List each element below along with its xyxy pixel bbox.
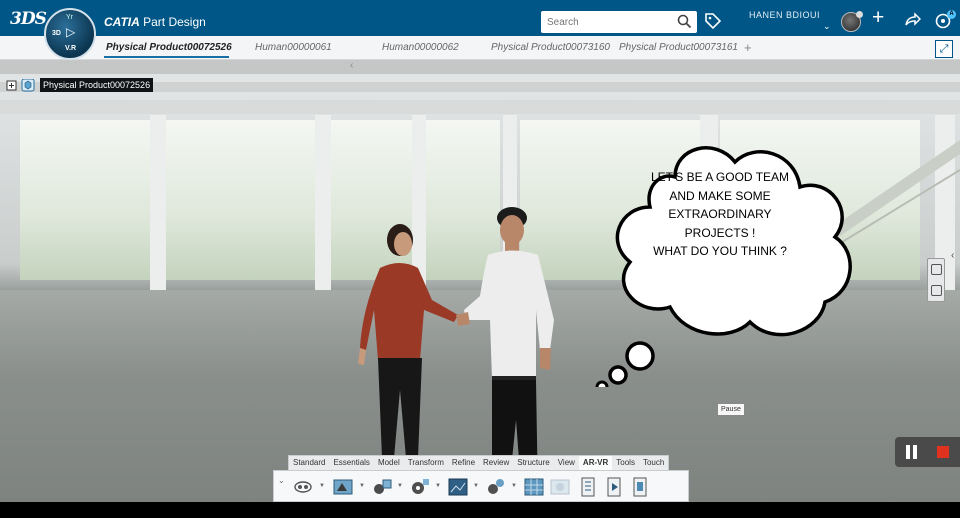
pillar [150, 115, 166, 305]
pause-icon [913, 445, 917, 459]
compass-widget[interactable]: Yr 3D ▷ V.R [44, 8, 96, 60]
3d-viewport[interactable]: ‹ Physical Product00072526 LET'S BE A GO… [0, 60, 960, 502]
tree-expand-icon[interactable] [6, 79, 36, 93]
tab-structure[interactable]: Structure [513, 456, 553, 471]
tab-view[interactable]: View [554, 456, 579, 471]
chevron-down-icon[interactable]: ⌄ [278, 476, 285, 485]
tab-physical-product-00073160[interactable]: Physical Product00073160 [491, 42, 610, 53]
bottom-strip [0, 502, 960, 518]
disabled-icon [550, 479, 570, 495]
ceiling-beam [0, 60, 960, 74]
pillar [315, 115, 331, 305]
robot-arm-icon[interactable] [371, 477, 393, 497]
search-input[interactable] [541, 11, 671, 33]
action-bar: Standard Essentials Model Transform Refi… [273, 455, 689, 502]
window [165, 120, 315, 280]
tag-icon[interactable] [704, 12, 722, 30]
chevron-down-icon[interactable]: ⌄ [823, 21, 831, 32]
action-bar-tabs: Standard Essentials Model Transform Refi… [288, 455, 670, 471]
tab-model[interactable]: Model [374, 456, 404, 471]
app-module: Part Design [143, 15, 206, 29]
tab-human-00000061[interactable]: Human00000061 [255, 42, 332, 53]
tab-ar-vr[interactable]: AR-VR [578, 456, 613, 471]
chevron-down-icon[interactable]: ▼ [473, 483, 479, 489]
chevron-left-icon[interactable]: ‹ [350, 60, 358, 71]
tab-tools[interactable]: Tools [612, 456, 639, 471]
bubble-line: WHAT DO YOU THINK ? [653, 244, 787, 258]
user-name[interactable]: HANEN BDIOUI [749, 10, 820, 20]
bubble-text: LET'S BE A GOOD TEAM AND MAKE SOME EXTRA… [620, 168, 820, 261]
3ds-logo[interactable]: 3DS [10, 9, 47, 29]
tab-standard[interactable]: Standard [289, 456, 329, 471]
tab-review[interactable]: Review [479, 456, 513, 471]
tab-physical-product-00072526[interactable]: Physical Product00072526 [106, 42, 232, 53]
document-icon[interactable] [577, 477, 599, 497]
chevron-down-icon[interactable]: ▼ [359, 483, 365, 489]
restore-view-button[interactable]: ⤢ [935, 40, 953, 58]
camera-icon[interactable] [931, 264, 942, 275]
compass-top-label: Yr [66, 14, 73, 21]
add-tab-icon[interactable]: + [744, 40, 752, 55]
tab-touch[interactable]: Touch [639, 456, 668, 471]
document-tab-bar: Physical Product00072526 Human00000061 H… [0, 36, 960, 60]
top-bar: 3DS CATIA Part Design HANEN BDIOUI ⌄ + A [0, 0, 960, 36]
grid-icon[interactable] [523, 477, 545, 497]
pause-button[interactable] [905, 445, 919, 459]
document-export-icon[interactable] [629, 477, 651, 497]
status-dot [856, 11, 863, 18]
camera-panel [927, 258, 945, 302]
chevron-down-icon[interactable]: ▼ [397, 483, 403, 489]
tab-essentials[interactable]: Essentials [329, 456, 373, 471]
bubble-line: PROJECTS ! [684, 225, 756, 240]
search-icon[interactable] [677, 14, 692, 29]
plus-icon[interactable]: + [872, 7, 884, 28]
window [20, 120, 150, 280]
screen-capture-icon[interactable] [447, 477, 469, 497]
bubble-line: LET'S BE A GOOD TEAM [650, 170, 790, 184]
human-woman-figure [358, 224, 458, 458]
recorder-controls [895, 437, 960, 467]
chevron-left-icon[interactable]: ‹ [951, 250, 954, 261]
share-icon[interactable] [904, 12, 921, 27]
tab-physical-product-00073161[interactable]: Physical Product00073161 [619, 42, 738, 53]
tree-root-label[interactable]: Physical Product00072526 [40, 78, 154, 92]
active-tab-indicator [104, 56, 229, 58]
chevron-down-icon[interactable]: ▼ [511, 483, 517, 489]
camera-icon[interactable] [931, 285, 942, 296]
pause-tooltip: Pause [717, 403, 745, 416]
immersive-mode-icon[interactable] [332, 477, 354, 497]
tab-transform[interactable]: Transform [404, 456, 448, 471]
notification-badge[interactable]: A [947, 10, 956, 19]
chevron-down-icon[interactable]: ▼ [435, 483, 441, 489]
document-play-icon[interactable] [603, 477, 625, 497]
action-bar-commands: ⌄ ▼ ▼ ▼ ▼ ▼ ▼ [273, 470, 689, 502]
bubble-line: EXTRAORDINARY [668, 207, 772, 221]
vr-headset-icon[interactable] [292, 477, 314, 497]
chevron-down-icon[interactable]: ▼ [319, 483, 325, 489]
gear-assembly-icon[interactable] [409, 477, 431, 497]
app-title: CATIA Part Design [104, 15, 206, 29]
play-icon[interactable]: ▷ [66, 25, 75, 39]
stop-button[interactable] [937, 446, 949, 458]
compass-vr-label: V.R [65, 45, 77, 52]
tab-human-00000062[interactable]: Human00000062 [382, 42, 459, 53]
bubble-line: AND MAKE SOME [669, 188, 771, 203]
mechanism-icon[interactable] [485, 477, 507, 497]
tab-refine[interactable]: Refine [448, 456, 479, 471]
app-name: CATIA [104, 15, 140, 29]
search-box[interactable] [541, 11, 697, 33]
compass-3d-label: 3D [52, 30, 61, 37]
pause-icon [906, 445, 910, 459]
